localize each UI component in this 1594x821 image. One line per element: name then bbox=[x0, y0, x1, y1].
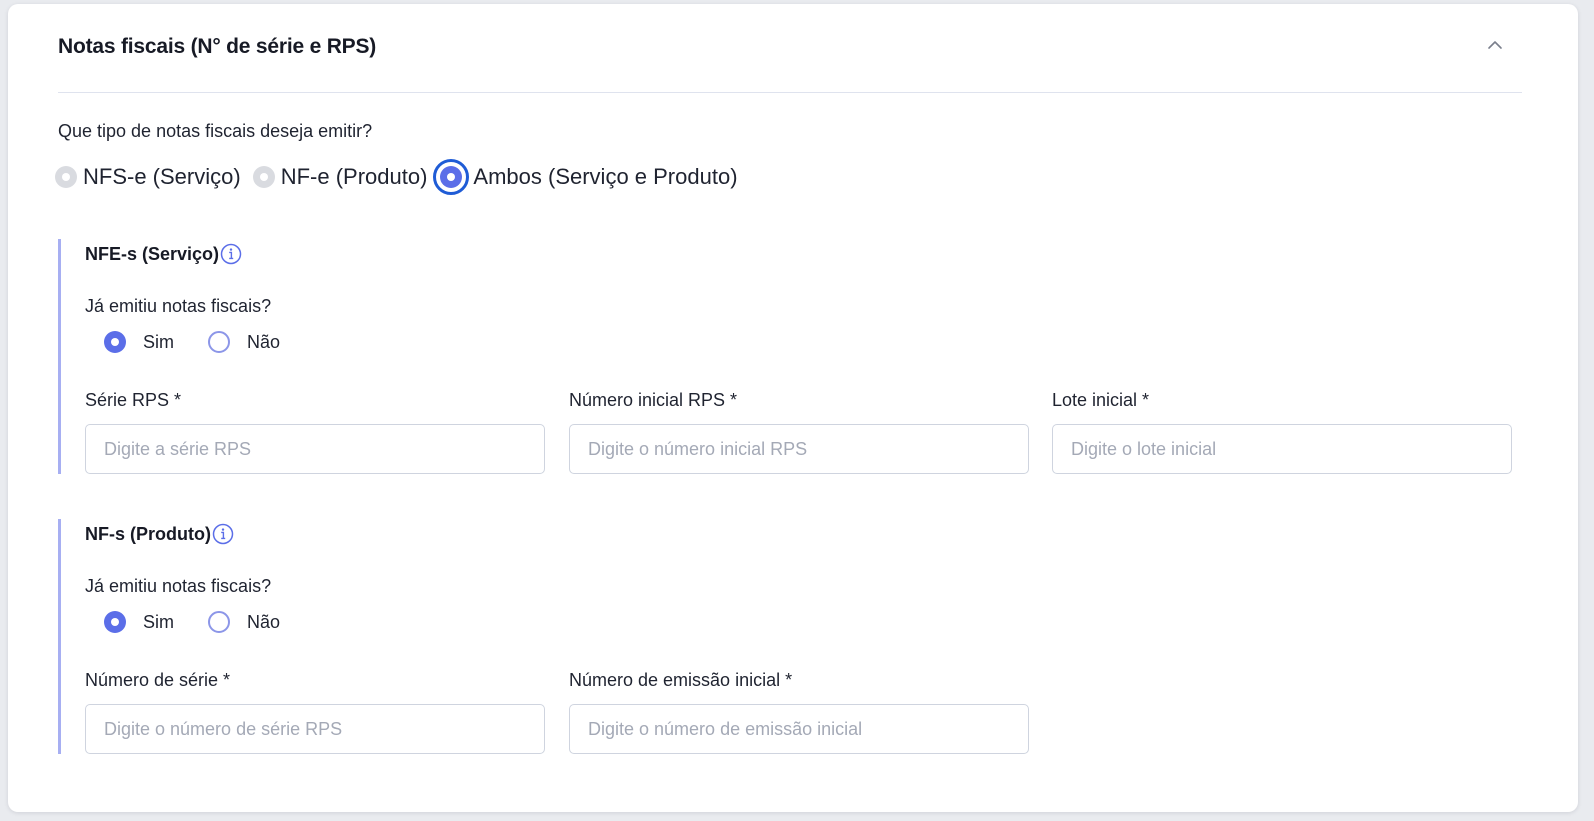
numero-inicial-rps-label: Número inicial RPS * bbox=[569, 390, 738, 410]
invoice-type-radio-group: NFS-e (Serviço) NF-e (Produto) Ambos (Se… bbox=[55, 157, 742, 197]
serie-rps-input[interactable] bbox=[85, 424, 545, 474]
servico-emitted-no-label: Não bbox=[247, 331, 281, 352]
servico-section-title: NFE-s (Serviço) bbox=[85, 243, 242, 265]
invoice-type-option-both[interactable]: Ambos (Serviço e Produto) bbox=[431, 159, 738, 195]
numero-inicial-rps-field: Número inicial RPS * bbox=[569, 390, 1029, 474]
produto-emitted-radio-group: Sim Não bbox=[104, 611, 314, 633]
servico-section-title-text: NFE-s (Serviço) bbox=[85, 243, 220, 264]
lote-inicial-field: Lote inicial * bbox=[1052, 390, 1512, 474]
radio-disabled-icon bbox=[55, 166, 77, 188]
radio-disabled-icon bbox=[252, 166, 275, 188]
invoice-type-option-label: NFS-e (Serviço) bbox=[83, 164, 241, 189]
numero-emissao-inicial-input[interactable] bbox=[569, 704, 1029, 754]
produto-emitted-no-label: Não bbox=[247, 611, 281, 632]
servico-emitted-no[interactable]: Não bbox=[208, 331, 280, 353]
card-header[interactable]: Notas fiscais (N° de série e RPS) bbox=[58, 4, 1522, 93]
chevron-up-icon bbox=[1488, 41, 1502, 49]
produto-emitted-question: Já emitiu notas fiscais? bbox=[85, 576, 272, 596]
serie-rps-field: Série RPS * bbox=[85, 390, 545, 474]
produto-section: NF-s (Produto) Já emitiu notas fiscais? … bbox=[58, 519, 1531, 754]
produto-emitted-no[interactable]: Não bbox=[208, 611, 280, 633]
collapse-toggle[interactable] bbox=[1480, 30, 1510, 60]
servico-emitted-question: Já emitiu notas fiscais? bbox=[85, 296, 272, 316]
numero-serie-input[interactable] bbox=[85, 704, 545, 754]
numero-serie-label: Número de série * bbox=[85, 670, 231, 690]
numero-emissao-inicial-field: Número de emissão inicial * bbox=[569, 670, 1029, 754]
invoice-type-option-label: NF-e (Produto) bbox=[280, 164, 428, 189]
invoice-type-question: Que tipo de notas fiscais deseja emitir? bbox=[58, 121, 373, 141]
info-icon[interactable] bbox=[220, 243, 242, 265]
radio-selected-icon bbox=[104, 331, 126, 353]
servico-emitted-radio-group: Sim Não bbox=[104, 331, 314, 353]
servico-emitted-yes-label: Sim bbox=[143, 331, 174, 352]
card-title: Notas fiscais (N° de série e RPS) bbox=[58, 35, 377, 58]
radio-selected-icon bbox=[104, 611, 126, 633]
produto-emitted-yes[interactable]: Sim bbox=[104, 611, 174, 633]
produto-emitted-yes-label: Sim bbox=[143, 611, 174, 632]
lote-inicial-label: Lote inicial * bbox=[1052, 390, 1150, 410]
numero-emissao-inicial-label: Número de emissão inicial * bbox=[569, 670, 793, 690]
radio-unselected-icon bbox=[208, 611, 230, 633]
radio-selected-icon bbox=[433, 159, 470, 195]
invoice-type-option-nfe[interactable]: NF-e (Produto) bbox=[245, 164, 428, 190]
invoice-settings-card: Notas fiscais (N° de série e RPS) Que ti… bbox=[8, 4, 1578, 812]
servico-emitted-yes[interactable]: Sim bbox=[104, 331, 174, 353]
radio-unselected-icon bbox=[208, 331, 230, 353]
serie-rps-label: Série RPS * bbox=[85, 390, 182, 410]
produto-section-title-text: NF-s (Produto) bbox=[85, 523, 211, 544]
invoice-type-option-label: Ambos (Serviço e Produto) bbox=[473, 164, 738, 189]
info-icon[interactable] bbox=[212, 523, 234, 545]
servico-section: NFE-s (Serviço) Já emitiu notas fiscais?… bbox=[58, 239, 1531, 474]
numero-inicial-rps-input[interactable] bbox=[569, 424, 1029, 474]
produto-section-title: NF-s (Produto) bbox=[85, 523, 234, 545]
lote-inicial-input[interactable] bbox=[1052, 424, 1512, 474]
invoice-type-option-nfse[interactable]: NFS-e (Serviço) bbox=[55, 164, 241, 190]
numero-serie-field: Número de série * bbox=[85, 670, 545, 754]
